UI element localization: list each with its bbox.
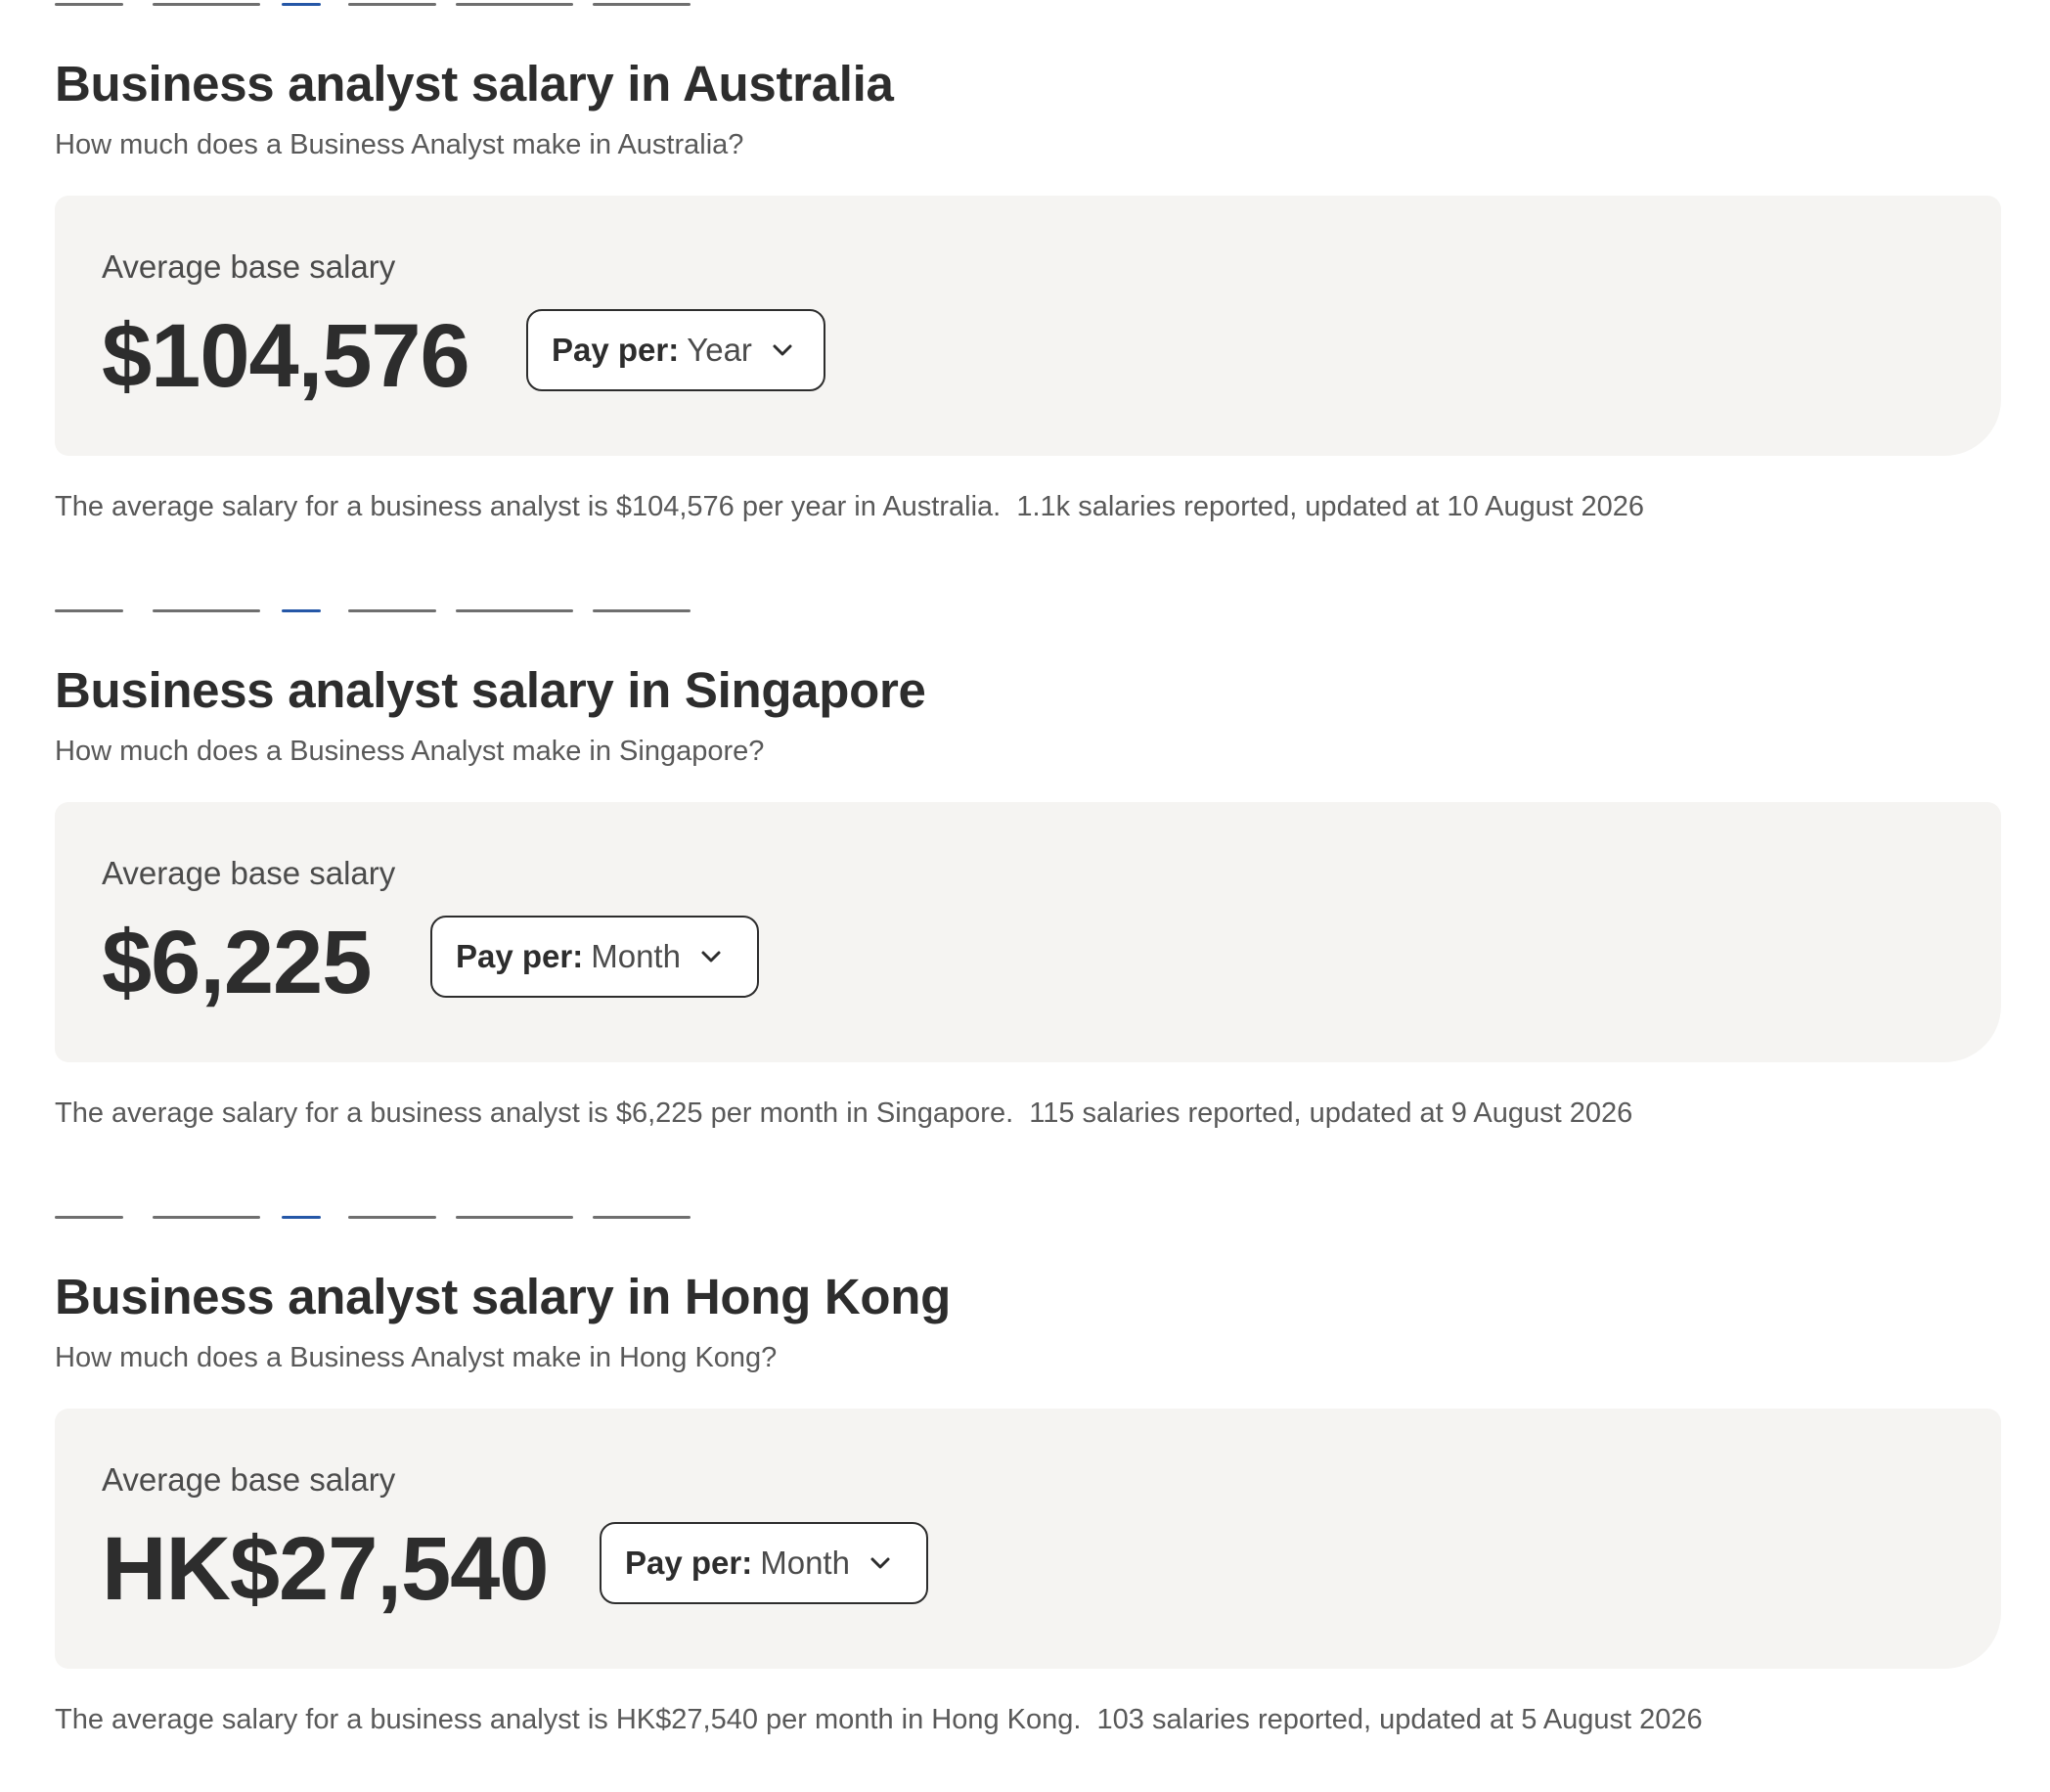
pay-per-value: Year: [687, 332, 752, 368]
pay-per-dropdown[interactable]: Pay per: Month: [600, 1522, 928, 1604]
salary-card: Average base salary $6,225 Pay per: Mont…: [55, 802, 2001, 1062]
pay-per-dropdown[interactable]: Pay per: Year: [526, 309, 825, 391]
pay-per-label: Pay per:: [456, 938, 584, 974]
salary-card: Average base salary HK$27,540 Pay per: M…: [55, 1409, 2001, 1669]
salary-amount: $6,225: [102, 913, 372, 1012]
salary-card: Average base salary $104,576 Pay per: Ye…: [55, 196, 2001, 456]
page-subtitle: How much does a Business Analyst make in…: [55, 736, 765, 767]
average-base-salary-label: Average base salary: [102, 1461, 396, 1498]
clipped-text-line: [55, 1209, 700, 1219]
page-title: Business analyst salary in Australia: [55, 56, 894, 112]
salary-amount: HK$27,540: [102, 1519, 549, 1619]
pay-per-label: Pay per:: [552, 332, 680, 368]
page-subtitle: How much does a Business Analyst make in…: [55, 1342, 778, 1373]
clipped-text-line: [55, 0, 700, 6]
page-subtitle: How much does a Business Analyst make in…: [55, 129, 744, 160]
pay-per-dropdown[interactable]: Pay per: Month: [430, 916, 759, 998]
salary-footnote: The average salary for a business analys…: [55, 491, 1645, 522]
pay-per-label: Pay per:: [625, 1545, 753, 1581]
pay-per-value: Month: [591, 938, 681, 974]
pay-per-value: Month: [760, 1545, 850, 1581]
chevron-down-icon: [770, 337, 795, 363]
chevron-down-icon: [698, 944, 724, 969]
clipped-text-line: [55, 603, 700, 612]
average-base-salary-label: Average base salary: [102, 248, 396, 285]
salary-footnote: The average salary for a business analys…: [55, 1704, 1703, 1735]
chevron-down-icon: [868, 1550, 893, 1576]
page-title: Business analyst salary in Hong Kong: [55, 1269, 951, 1324]
average-base-salary-label: Average base salary: [102, 855, 396, 891]
salary-footnote: The average salary for a business analys…: [55, 1098, 1633, 1129]
salary-amount: $104,576: [102, 306, 470, 406]
page-title: Business analyst salary in Singapore: [55, 662, 926, 718]
